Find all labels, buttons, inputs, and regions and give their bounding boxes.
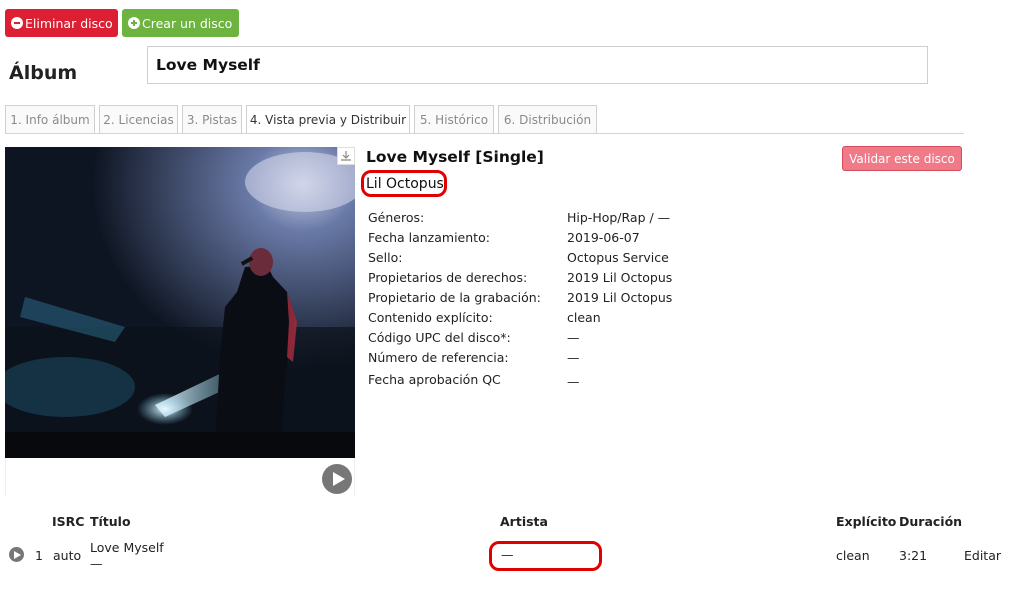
detail-label-genres: Géneros: — [368, 210, 425, 225]
tab-licenses[interactable]: 2. Licencias — [99, 105, 178, 134]
track-title: Love Myself — [90, 540, 164, 555]
create-disc-label: Crear un disco — [142, 15, 233, 31]
track-explicit: clean — [836, 548, 870, 563]
detail-label-qc-date: Fecha aprobación QC — [368, 372, 501, 387]
track-duration: 3:21 — [899, 548, 928, 563]
tab-tracks[interactable]: 3. Pistas — [182, 105, 242, 134]
detail-value-qc-date: — — [567, 374, 580, 389]
col-header-artist: Artista — [500, 514, 548, 529]
tab-history[interactable]: 5. Histórico — [414, 105, 494, 134]
col-header-explicit: Explícito — [836, 514, 897, 529]
detail-label-rights-owners: Propietarios de derechos: — [368, 270, 528, 285]
plus-circle-icon — [128, 17, 140, 29]
detail-value-reference-number: — — [567, 350, 580, 365]
tab-preview-distribute[interactable]: 4. Vista previa y Distribuir — [246, 105, 410, 134]
detail-value-release-date: 2019-06-07 — [567, 230, 640, 245]
validate-disc-button[interactable]: Validar este disco — [842, 146, 962, 171]
track-isrc: auto — [53, 548, 82, 563]
album-cover-image — [5, 147, 355, 458]
detail-label-recording-owner: Propietario de la grabación: — [368, 290, 541, 305]
play-icon[interactable] — [322, 464, 352, 494]
col-header-title: Título — [90, 514, 131, 529]
tab-distribution[interactable]: 6. Distribución — [498, 105, 597, 134]
detail-label-upc: Código UPC del disco*: — [368, 330, 511, 345]
album-label: Álbum — [9, 62, 78, 84]
col-header-isrc: ISRC — [52, 514, 85, 529]
track-number: 1 — [35, 548, 43, 563]
detail-value-explicit: clean — [567, 310, 601, 325]
col-header-duration: Duración — [899, 514, 963, 529]
detail-value-genres: Hip-Hop/Rap / — — [567, 210, 671, 225]
download-icon[interactable] — [337, 147, 355, 165]
detail-label-explicit: Contenido explícito: — [368, 310, 493, 325]
track-edit-link[interactable]: Editar — [964, 548, 1001, 563]
detail-label-release-date: Fecha lanzamiento: — [368, 230, 490, 245]
detail-value-recording-owner: 2019 Lil Octopus — [567, 290, 673, 305]
detail-value-upc: — — [567, 330, 580, 345]
cover-player-bar — [5, 458, 355, 496]
tabs-divider — [5, 133, 964, 134]
create-disc-button[interactable]: Crear un disco — [122, 9, 239, 37]
detail-label-reference-number: Número de referencia: — [368, 350, 509, 365]
track-subtitle: — — [90, 556, 103, 571]
release-title: Love Myself [Single] — [366, 148, 544, 166]
album-title-input[interactable] — [147, 46, 928, 84]
minus-circle-icon — [11, 17, 23, 29]
tab-album-info[interactable]: 1. Info álbum — [5, 105, 95, 134]
detail-label-label: Sello: — [368, 250, 403, 265]
track-play-icon[interactable] — [9, 547, 24, 562]
delete-disc-button[interactable]: Eliminar disco — [5, 9, 118, 37]
artist-highlight — [361, 170, 447, 197]
delete-disc-label: Eliminar disco — [25, 15, 113, 31]
detail-value-rights-owners: 2019 Lil Octopus — [567, 270, 673, 285]
track-artist-highlight — [489, 541, 602, 571]
detail-value-label: Octopus Service — [567, 250, 669, 265]
